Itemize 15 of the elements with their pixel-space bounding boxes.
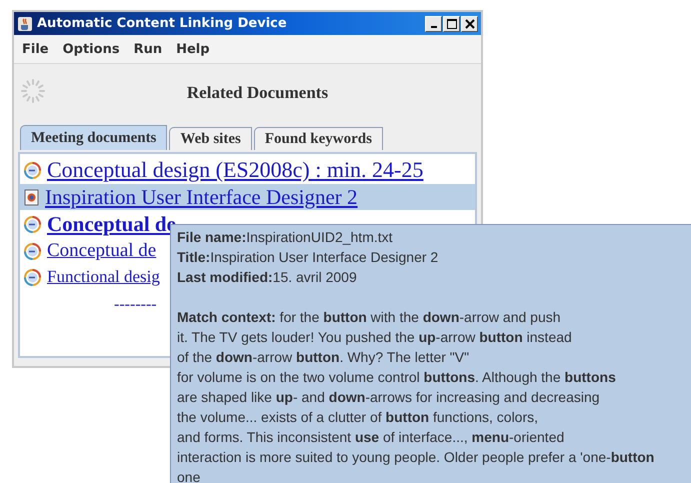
context-line: it. The TV gets louder! You pushed the up-arrow button instead (177, 328, 573, 347)
context-line: one (177, 468, 202, 483)
context-line: are shaped like up- and down-arrows for increasing and decreasing (177, 388, 601, 407)
context-line: of the down-arrow button. Why? The letter "V" (177, 348, 470, 367)
separator-text: -------- (114, 296, 157, 313)
panel-heading: Related Documents (186, 83, 328, 103)
context-line: for volume is on the two volume control buttons. Although the buttons (177, 368, 617, 387)
tooltip-line: File name:InspirationUID2_htm.txt (177, 228, 394, 247)
context-line: and forms. This inconsistent use of interface..., menu-oriented (177, 428, 566, 447)
tooltip-line: Last modified:15. avril 2009 (177, 268, 358, 287)
context-line: the volume... exists of a clutter of button functions, colors, (177, 408, 540, 427)
context-line: interaction is more suited to young people. Older people prefer a 'one-button (177, 448, 656, 467)
tooltip-line: Title:Inspiration User Interface Designer 2 (177, 248, 440, 267)
context-line: Match context: for the button with the down-arrow and push (177, 308, 562, 327)
window-title: Automatic Content Linking Device (37, 16, 288, 31)
